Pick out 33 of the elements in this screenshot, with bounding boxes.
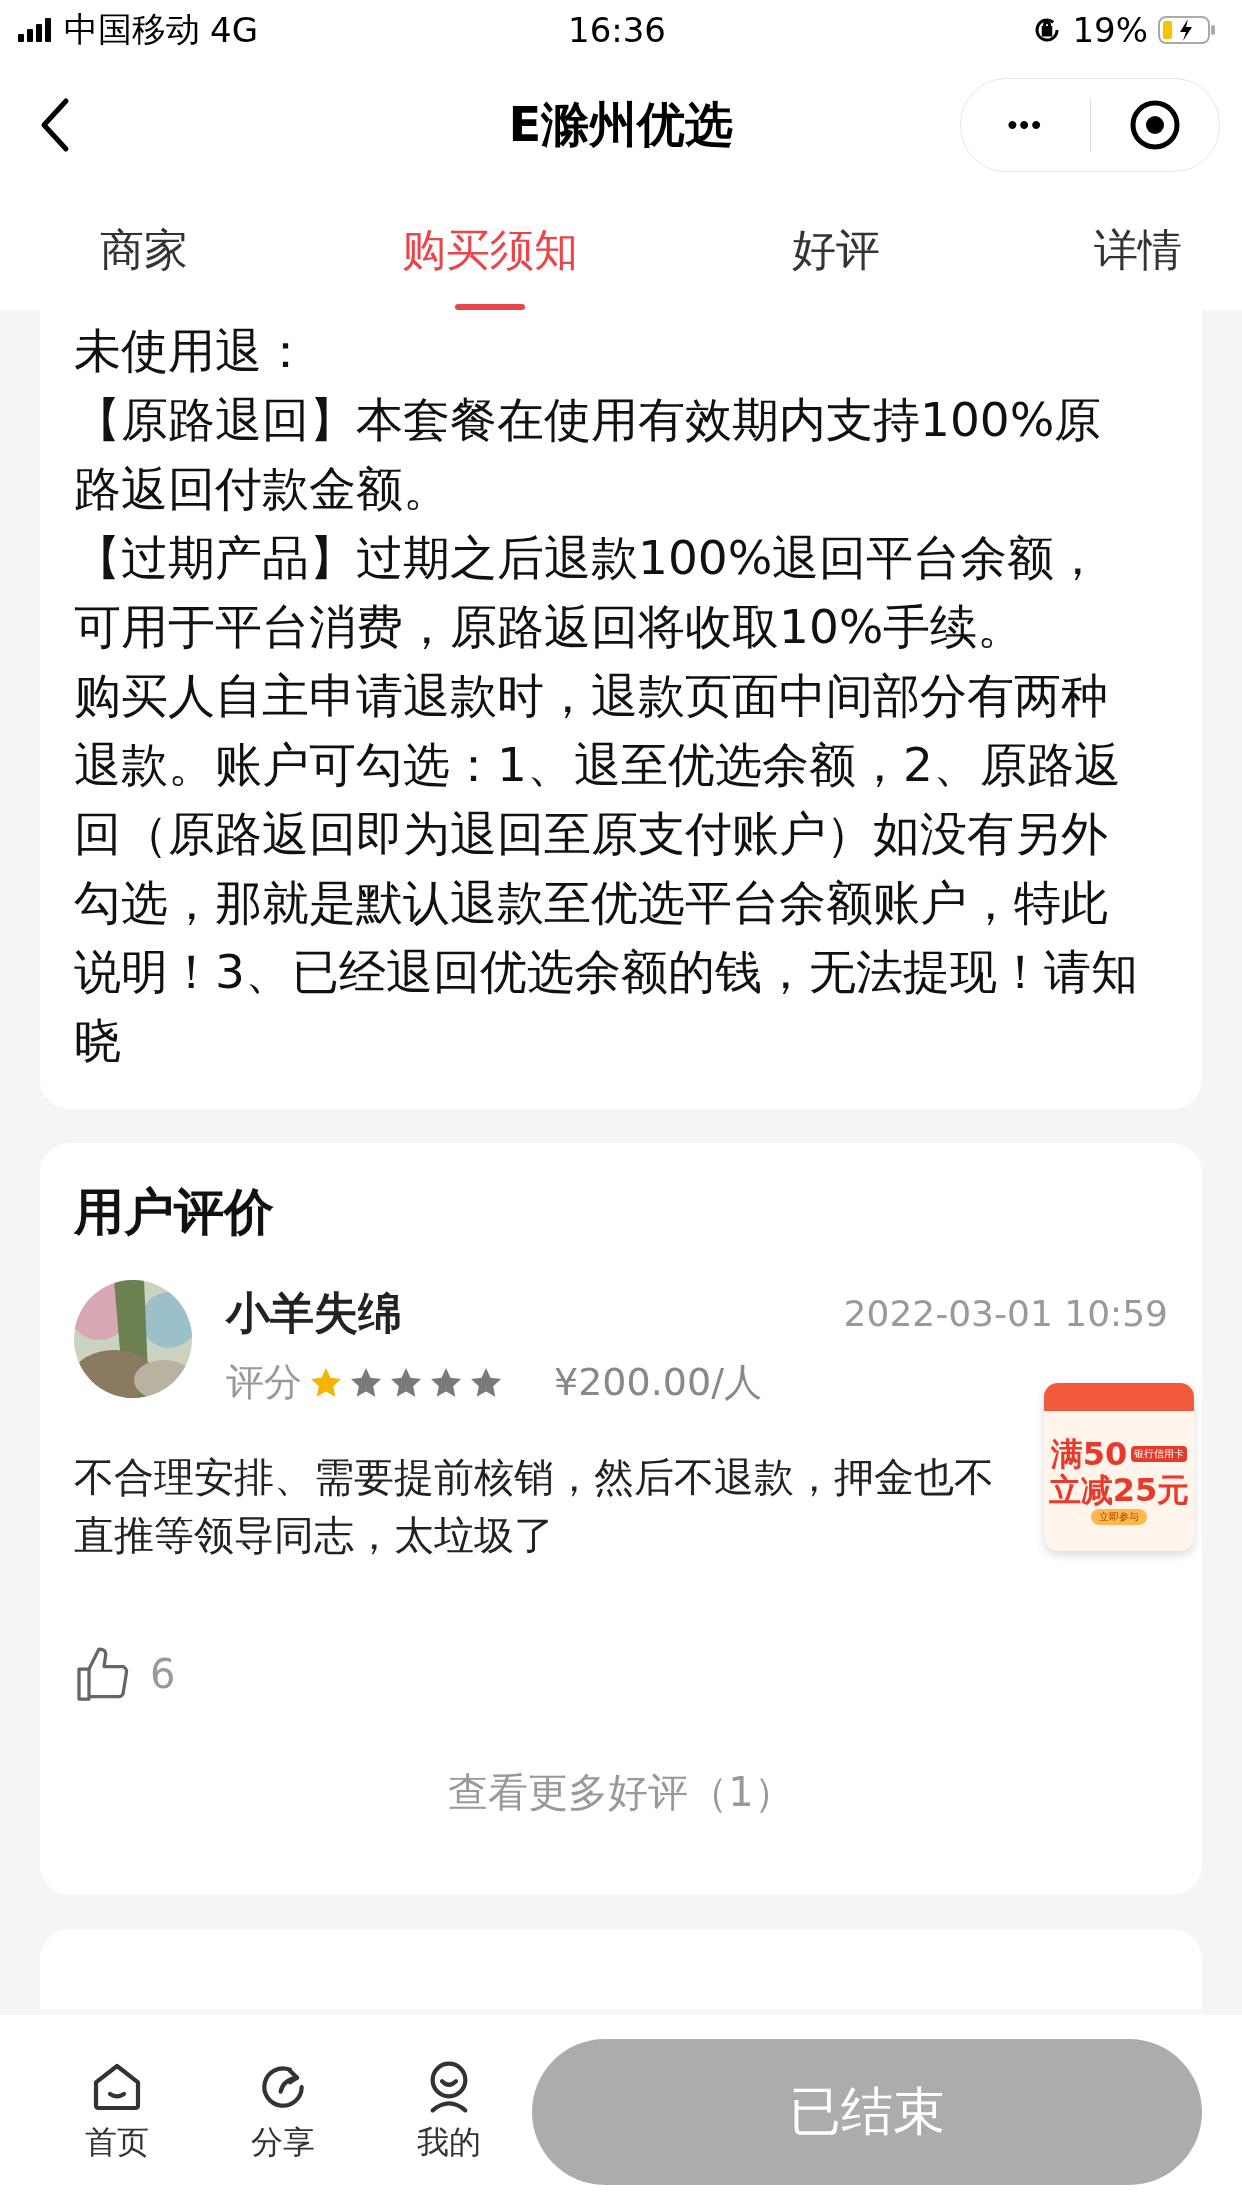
- review-date: 2022-03-01 10:59: [843, 1293, 1168, 1334]
- network-type: 4G: [210, 10, 258, 50]
- notice-text: 购买人自主申请退款时，退款页面中间部分有两种退款。账户可勾选：1、退至优选余额，2、原路返回（原路返回即为退回至原支付账户）如没有另外勾选，那就是默认退款至优选平台余额账户，特此说明！3、已经退回优选余额的钱，无法提现！请知晓: [74, 667, 1139, 1070]
- signal-icon: [18, 18, 54, 42]
- page-title: E滁州优选: [508, 95, 734, 154]
- bottom-nav-item[interactable]: 分享: [200, 2058, 366, 2165]
- back-icon[interactable]: [40, 97, 70, 153]
- battery-charging-icon: [1158, 16, 1216, 44]
- like-count: 6: [150, 1651, 176, 1697]
- tab[interactable]: 详情: [1094, 190, 1182, 310]
- notice-text: 【原路退回】本套餐在使用有效期内支持100%原路返回付款金额。: [74, 391, 1103, 518]
- close-target-icon: [1128, 99, 1181, 151]
- clock: 16:36: [568, 10, 666, 50]
- carrier-name: 中国移动: [64, 8, 200, 51]
- bottom-nav-item[interactable]: 我的: [366, 2058, 532, 2165]
- promo-discount: 立减25元: [1048, 1473, 1190, 1507]
- tab[interactable]: 商家: [100, 190, 188, 310]
- promo-badge[interactable]: 满50 银行信用卡 立减25元 立即参与: [1044, 1383, 1194, 1551]
- promo-amount: 满50: [1050, 1437, 1128, 1471]
- section-title: 用户评价: [74, 1182, 275, 1243]
- notice-text: 【过期产品】过期之后退款100%退回平台余额，可用于平台消费，原路返回将收取10%手续。: [74, 529, 1103, 656]
- tab[interactable]: 好评: [792, 190, 880, 310]
- promo-tag: 银行信用卡: [1131, 1446, 1188, 1462]
- rating-label: 评分: [226, 1359, 302, 1406]
- reviewer-name: 小羊失绵: [226, 1286, 402, 1340]
- notice-text: 未使用退：: [74, 322, 310, 380]
- review-text: 不合理安排、需要提前核销，然后不退款，押金也不 直推等领导同志，太垃圾了: [74, 1453, 994, 1560]
- price-per-person: ¥200.00/人: [554, 1359, 762, 1406]
- bottom-nav-item[interactable]: 首页: [34, 2058, 200, 2165]
- promo-action: 立即参与: [1091, 1509, 1147, 1525]
- more-button[interactable]: •••: [961, 79, 1090, 171]
- battery-percent: 19%: [1072, 10, 1148, 50]
- tab[interactable]: 购买须知: [402, 190, 578, 310]
